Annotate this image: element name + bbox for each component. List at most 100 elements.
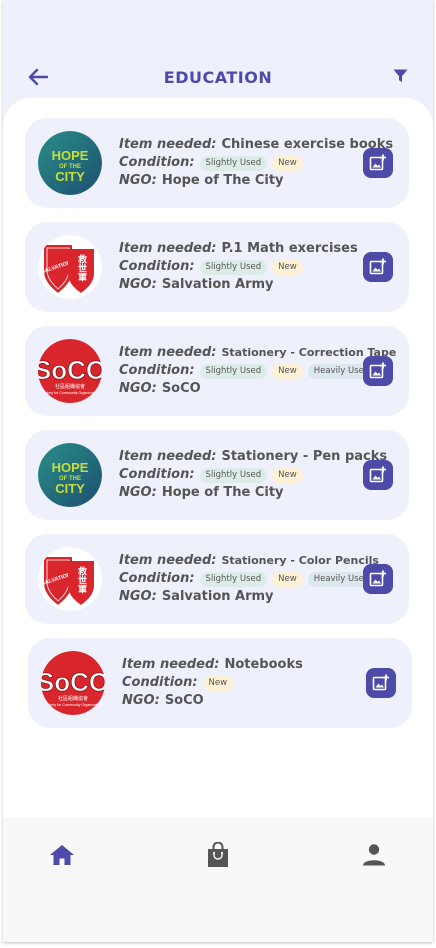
- add-photo-button[interactable]: [366, 668, 396, 698]
- add-photo-button[interactable]: [363, 356, 393, 386]
- svg-text:社區組織協會: 社區組織協會: [58, 695, 88, 702]
- item-card[interactable]: THE SALVATION ARMY 救世軍 Item needed: Stat…: [25, 534, 409, 624]
- salvation-army-logo-icon: THE SALVATION ARMY 救世軍: [38, 235, 102, 299]
- ngo-value: Hope of The City: [161, 173, 284, 188]
- condition-tag: New: [272, 259, 303, 275]
- shopping-bag-icon: [208, 842, 228, 867]
- ngo-logo: THE SALVATION ARMY 救世軍: [38, 547, 102, 611]
- salvation-army-logo-icon: THE SALVATION ARMY 救世軍: [38, 547, 102, 611]
- filter-button[interactable]: [389, 65, 411, 87]
- app-frame: EDUCATION HOPE OF THE CITY Item needed: …: [3, 0, 433, 942]
- add-photo-button[interactable]: [363, 564, 393, 594]
- add-photo-button[interactable]: [363, 460, 393, 490]
- item-needed-line: Item needed: Stationery - Correction Tap…: [119, 344, 396, 362]
- person-icon: [363, 844, 385, 866]
- svg-text:HOPE: HOPE: [52, 148, 89, 163]
- condition-tag: New: [202, 675, 234, 691]
- ngo-line: NGO: Hope of The City: [119, 484, 353, 502]
- svg-text:HOPE: HOPE: [52, 460, 89, 475]
- item-needed-label: Item needed:: [122, 657, 220, 672]
- condition-tag: Slightly Used: [199, 571, 268, 587]
- item-info: Item needed: Stationery - Pen packs Cond…: [119, 448, 387, 502]
- nav-bag-button[interactable]: [203, 840, 233, 870]
- condition-tag: Slightly Used: [199, 155, 268, 171]
- filter-icon: [393, 69, 407, 82]
- condition-line: Condition: Slightly Used New: [119, 466, 353, 484]
- item-info: Item needed: Stationery - Correction Tap…: [119, 344, 396, 398]
- item-needed-label: Item needed:: [119, 449, 217, 464]
- condition-label: Condition:: [119, 467, 195, 482]
- svg-text:Society for Community Organiza: Society for Community Organization: [41, 391, 99, 395]
- item-needed-line: Item needed: P.1 Math exercises: [119, 240, 358, 258]
- condition-label: Condition:: [122, 675, 198, 690]
- nav-profile-button[interactable]: [359, 840, 389, 870]
- header: EDUCATION: [3, 60, 433, 94]
- ngo-value: Hope of The City: [161, 485, 284, 500]
- add-photo-icon: [369, 362, 386, 379]
- item-card[interactable]: SoCO 社區組織協會 Society for Community Organi…: [28, 638, 412, 728]
- add-photo-icon: [369, 258, 386, 275]
- bottom-navigation: [3, 820, 433, 942]
- svg-text:SoCO: SoCO: [41, 667, 105, 697]
- ngo-line: NGO: SoCO: [122, 692, 356, 710]
- add-photo-icon: [369, 570, 386, 587]
- item-card[interactable]: HOPE OF THE CITY Item needed: Chinese ex…: [25, 118, 409, 208]
- item-card[interactable]: THE SALVATION ARMY 救世軍 Item needed: P.1 …: [25, 222, 409, 312]
- ngo-logo: SoCO 社區組織協會 Society for Community Organi…: [38, 339, 102, 403]
- ngo-logo: THE SALVATION ARMY 救世軍: [38, 235, 102, 299]
- ngo-line: NGO: Salvation Army: [119, 276, 353, 294]
- ngo-label: NGO:: [122, 693, 160, 708]
- item-needed-line: Item needed: Chinese exercise books: [119, 136, 393, 154]
- condition-tag: New: [272, 571, 303, 587]
- condition-line: Condition: Slightly Used New Heavily Used: [119, 570, 376, 588]
- ngo-label: NGO:: [119, 485, 157, 500]
- svg-text:Society for Community Organiza: Society for Community Organization: [44, 703, 102, 707]
- ngo-value: Salvation Army: [161, 277, 274, 292]
- item-info: Item needed: Stationery - Color Pencils …: [119, 552, 379, 606]
- page-title: EDUCATION: [163, 68, 273, 87]
- item-needed-line: Item needed: Notebooks: [122, 656, 356, 674]
- svg-text:SoCO: SoCO: [38, 355, 102, 385]
- svg-text:CITY: CITY: [55, 169, 85, 184]
- ngo-logo: SoCO 社區組織協會 Society for Community Organi…: [41, 651, 105, 715]
- svg-text:CITY: CITY: [55, 481, 85, 496]
- add-photo-button[interactable]: [363, 148, 393, 178]
- item-needed-value: Stationery - Pen packs: [221, 449, 388, 464]
- add-photo-icon: [369, 466, 386, 483]
- condition-tag: New: [272, 467, 303, 483]
- home-icon: [50, 845, 74, 865]
- item-card[interactable]: HOPE OF THE CITY Item needed: Stationery…: [25, 430, 409, 520]
- item-needed-label: Item needed:: [119, 553, 217, 568]
- item-info: Item needed: P.1 Math exercises Conditio…: [119, 240, 358, 294]
- hope-of-the-city-logo-icon: HOPE OF THE CITY: [38, 443, 102, 507]
- soco-logo-icon: SoCO 社區組織協會 Society for Community Organi…: [38, 339, 102, 403]
- add-photo-icon: [369, 154, 386, 171]
- item-needed-value: P.1 Math exercises: [221, 241, 358, 256]
- condition-tag: New: [272, 363, 303, 379]
- svg-text:救世軍: 救世軍: [76, 253, 87, 282]
- item-info: Item needed: Chinese exercise books Cond…: [119, 136, 393, 190]
- nav-home-button[interactable]: [47, 840, 77, 870]
- add-photo-button[interactable]: [363, 252, 393, 282]
- ngo-label: NGO:: [119, 381, 157, 396]
- condition-line: Condition: New: [122, 674, 356, 692]
- condition-line: Condition: Slightly Used New Heavily Used: [119, 362, 376, 380]
- condition-label: Condition:: [119, 259, 195, 274]
- condition-label: Condition:: [119, 363, 195, 378]
- condition-tag: New: [272, 155, 303, 171]
- add-photo-icon: [372, 674, 389, 691]
- ngo-line: NGO: SoCO: [119, 380, 353, 398]
- condition-line: Condition: Slightly Used New: [119, 258, 353, 276]
- item-card[interactable]: SoCO 社區組織協會 Society for Community Organi…: [25, 326, 409, 416]
- condition-line: Condition: Slightly Used New: [119, 154, 353, 172]
- condition-tag: Slightly Used: [199, 467, 268, 483]
- ngo-line: NGO: Salvation Army: [119, 588, 353, 606]
- condition-label: Condition:: [119, 155, 195, 170]
- svg-text:救世軍: 救世軍: [76, 565, 87, 594]
- item-needed-label: Item needed:: [119, 137, 217, 152]
- ngo-value: SoCO: [161, 381, 201, 396]
- ngo-label: NGO:: [119, 589, 157, 604]
- items-list: HOPE OF THE CITY Item needed: Chinese ex…: [3, 98, 433, 820]
- item-needed-value: Stationery - Color Pencils: [221, 554, 379, 567]
- item-info: Item needed: Notebooks Condition: New NG…: [122, 656, 356, 710]
